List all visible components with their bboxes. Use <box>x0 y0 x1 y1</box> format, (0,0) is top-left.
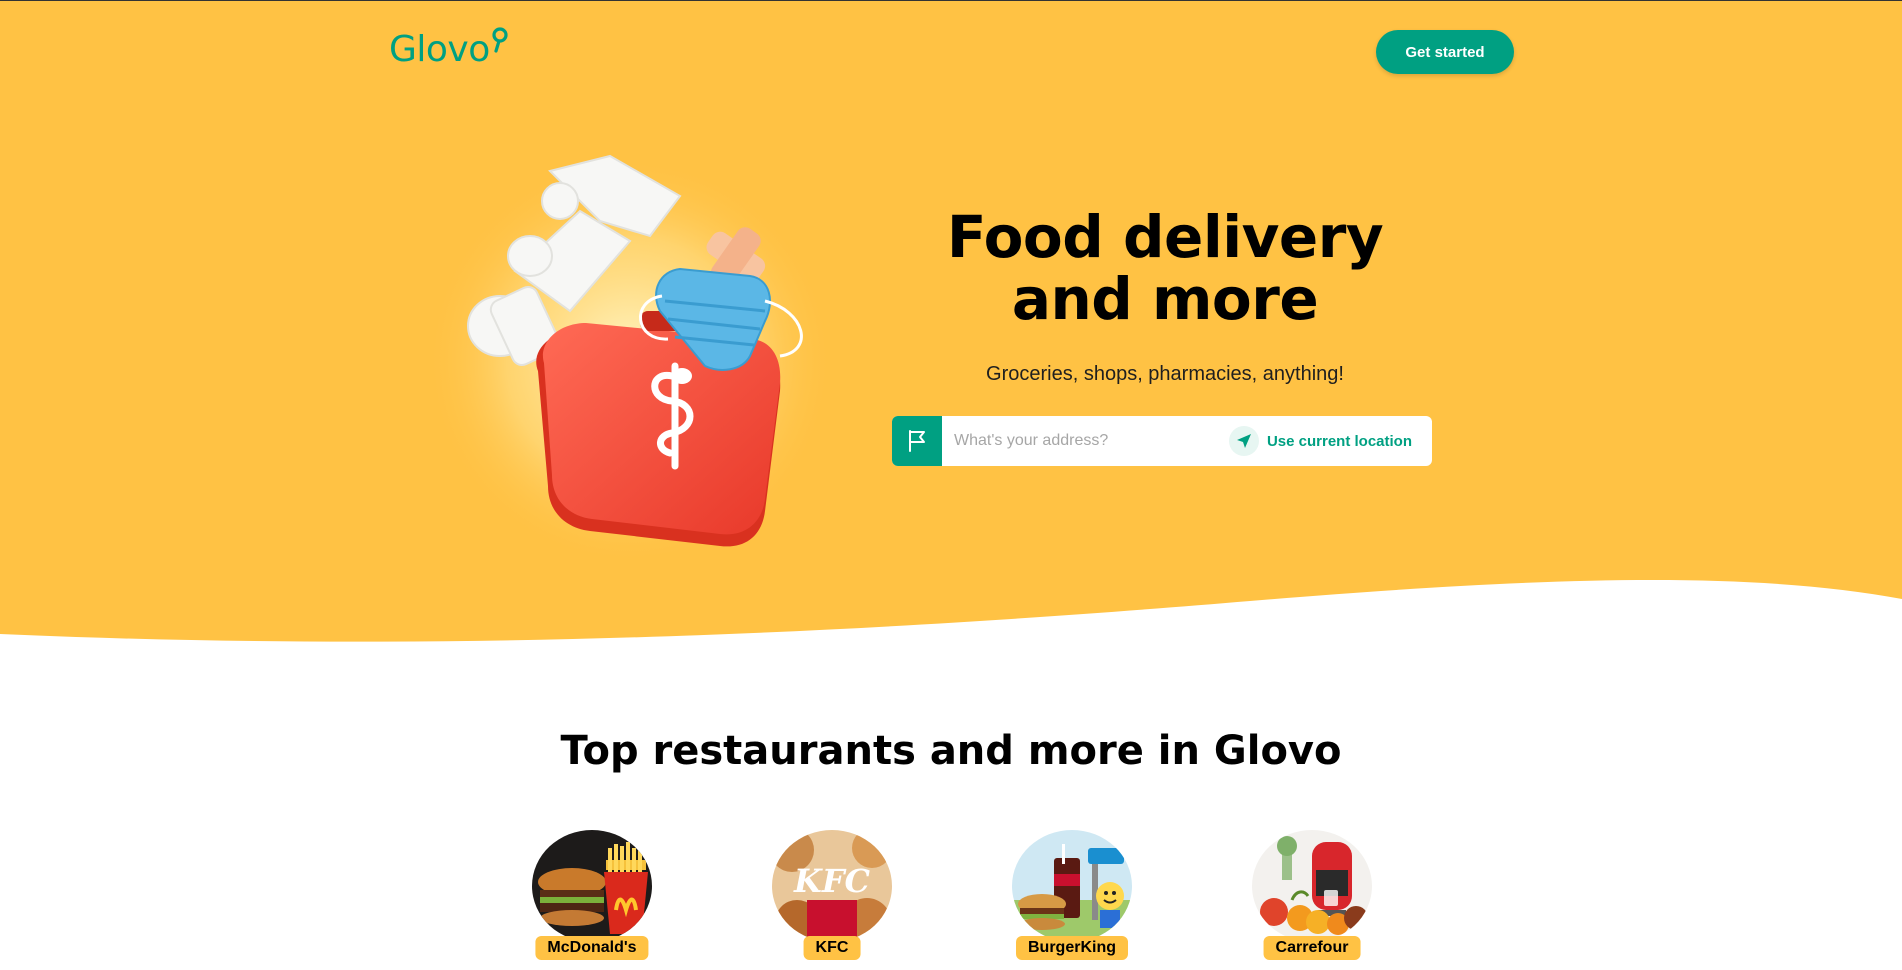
address-input[interactable] <box>942 416 1229 466</box>
store-label: BurgerKing <box>1016 936 1128 960</box>
hero-subline: Groceries, shops, pharmacies, anything! <box>986 363 1344 385</box>
store-image-kfc-chicken: KFC <box>772 830 892 942</box>
top-stores-title: Top restaurants and more in Glovo <box>560 728 1342 774</box>
store-card-burgerking[interactable]: BurgerKing <box>1002 830 1142 970</box>
hero-headline: Food delivery and more <box>946 203 1384 333</box>
store-image-burger-and-cola <box>1012 830 1132 942</box>
store-label: Carrefour <box>1263 936 1361 960</box>
svg-text:KFC: KFC <box>793 862 871 900</box>
hero-section: Glovo Get started Food delivery and more… <box>0 1 1902 651</box>
use-current-location-button[interactable]: Use current location <box>1228 426 1432 456</box>
address-search-bar: Use current location <box>892 416 1432 466</box>
glovo-logo[interactable]: Glovo <box>389 27 508 75</box>
location-arrow-icon <box>1228 426 1259 456</box>
store-image-burger-and-fries <box>532 830 652 942</box>
get-started-button[interactable]: Get started <box>1376 30 1514 74</box>
first-aid-kit-illustration <box>425 154 835 566</box>
store-image-fruits-and-coffee-machine <box>1252 830 1372 942</box>
flag-icon <box>909 430 925 452</box>
logo-pin-icon <box>492 27 508 53</box>
use-location-label: Use current location <box>1266 432 1412 450</box>
store-card-mcdonalds[interactable]: McDonald's <box>522 830 662 970</box>
store-card-carrefour[interactable]: Carrefour <box>1242 830 1382 970</box>
store-label: McDonald's <box>535 936 649 960</box>
logo-text: Glovo <box>389 29 490 70</box>
store-card-kfc[interactable]: KFC KFC <box>762 830 902 970</box>
flag-icon-box <box>892 416 942 466</box>
store-label: KFC <box>803 936 861 960</box>
